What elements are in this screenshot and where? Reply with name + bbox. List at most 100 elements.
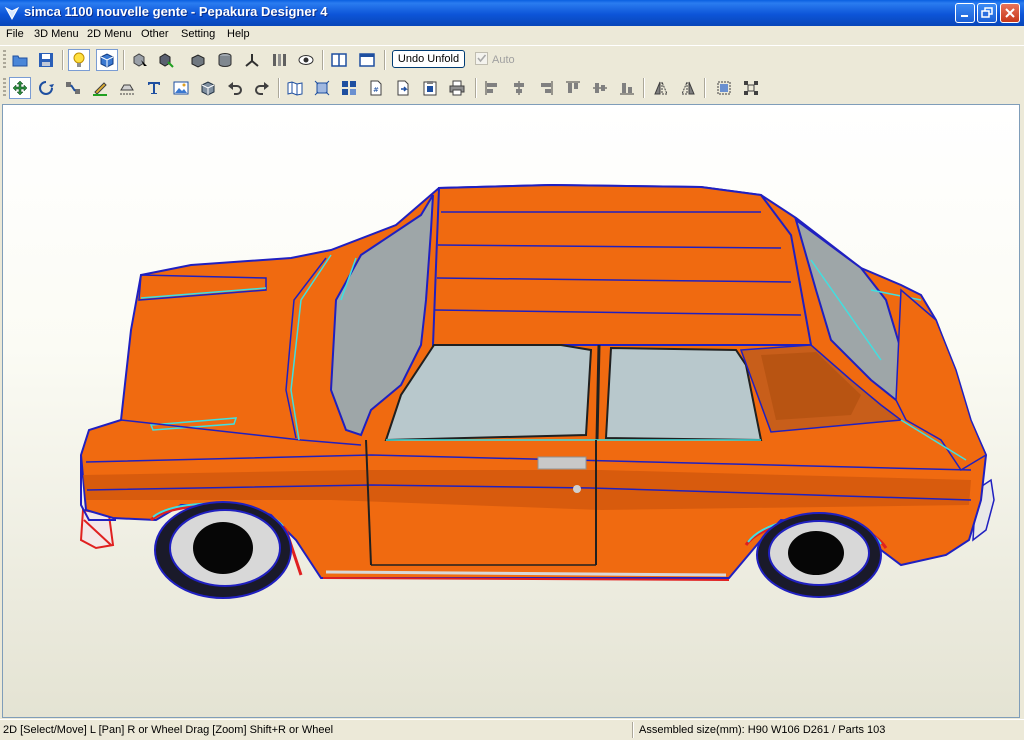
undo-button[interactable] xyxy=(224,77,246,99)
minimize-button[interactable] xyxy=(955,3,975,23)
front-wheel xyxy=(154,501,292,599)
align-top-button[interactable] xyxy=(562,77,584,99)
rotate-3d-button[interactable] xyxy=(155,49,177,71)
axis-button[interactable] xyxy=(241,49,263,71)
image-tool-button[interactable] xyxy=(170,77,192,99)
single-pane-icon xyxy=(359,53,375,67)
texture-button[interactable] xyxy=(96,49,118,71)
align-middle-button[interactable] xyxy=(589,77,611,99)
rear-wheel xyxy=(756,512,882,598)
arrange-parts-button[interactable] xyxy=(311,77,333,99)
box-tool-button[interactable] xyxy=(187,49,209,71)
map-icon xyxy=(287,81,303,96)
add-part-button[interactable] xyxy=(197,77,219,99)
axis-icon xyxy=(245,54,259,67)
layout-grid-icon xyxy=(342,81,356,95)
page-numbers-button[interactable]: # xyxy=(365,77,387,99)
restore-icon xyxy=(981,7,993,18)
close-button[interactable] xyxy=(1000,3,1020,23)
page-arrow-icon xyxy=(397,80,409,96)
toolbar-grip[interactable] xyxy=(3,50,6,70)
pepakura-app-icon xyxy=(4,6,20,21)
menu-3d[interactable]: 3D Menu xyxy=(34,28,79,40)
text-tool-button[interactable] xyxy=(143,77,165,99)
print-button[interactable] xyxy=(446,77,468,99)
unfold-map-button[interactable] xyxy=(284,77,306,99)
select-3d-button[interactable] xyxy=(129,49,151,71)
fold-icon xyxy=(120,84,134,95)
group-button[interactable] xyxy=(713,77,735,99)
menu-setting[interactable]: Setting xyxy=(181,28,215,40)
textured-cube-icon xyxy=(100,53,114,68)
fold-line-button[interactable] xyxy=(116,77,138,99)
save-button[interactable] xyxy=(35,49,57,71)
printer-icon xyxy=(449,80,465,96)
open-button[interactable] xyxy=(9,49,31,71)
toolbar-2d: # xyxy=(0,74,1024,103)
eye-icon xyxy=(298,55,314,65)
join-edges-button[interactable] xyxy=(62,77,84,99)
3d-view[interactable] xyxy=(2,104,1020,718)
export-button[interactable] xyxy=(392,77,414,99)
save-disk-icon xyxy=(39,53,53,67)
layout-grid-button[interactable] xyxy=(338,77,360,99)
split-view-button[interactable] xyxy=(268,49,290,71)
group-icon xyxy=(717,81,731,95)
align-right-icon xyxy=(541,81,553,95)
align-center-icon xyxy=(514,81,524,95)
cube-arrow-icon xyxy=(159,53,174,68)
close-icon xyxy=(1005,8,1015,18)
align-center-h-button[interactable] xyxy=(508,77,530,99)
flip-horizontal-button[interactable] xyxy=(650,77,672,99)
redo-button[interactable] xyxy=(251,77,273,99)
cylinder-icon xyxy=(218,53,232,67)
checkbox-icon xyxy=(475,52,488,65)
rotate-part-button[interactable] xyxy=(35,77,57,99)
assembled-size: Assembled size(mm): H90 W106 D261 / Part… xyxy=(639,724,886,736)
menu-2d[interactable]: 2D Menu xyxy=(87,28,132,40)
bars-icon xyxy=(273,54,286,66)
align-bottom-button[interactable] xyxy=(616,77,638,99)
align-top-icon xyxy=(566,81,580,93)
select-move-button[interactable] xyxy=(9,77,31,99)
toolbar-grip[interactable] xyxy=(3,78,6,98)
align-left-button[interactable] xyxy=(481,77,503,99)
status-bar: 2D [Select/Move] L [Pan] R or Wheel Drag… xyxy=(0,719,1024,740)
flip-right-icon xyxy=(681,81,695,95)
undo-arrow-icon xyxy=(228,82,242,95)
menu-help[interactable]: Help xyxy=(227,28,250,40)
edit-line-button[interactable] xyxy=(89,77,111,99)
text-t-icon xyxy=(148,82,160,94)
image-icon xyxy=(173,81,189,95)
title-bar: simca 1100 nouvelle gente - Pepakura Des… xyxy=(0,0,1024,26)
menu-file[interactable]: File xyxy=(6,28,24,40)
align-right-button[interactable] xyxy=(535,77,557,99)
align-middle-icon xyxy=(593,83,607,93)
two-pane-view-button[interactable] xyxy=(328,49,350,71)
clipboard-icon xyxy=(423,81,437,96)
redo-arrow-icon xyxy=(255,82,269,95)
show-hide-button[interactable] xyxy=(295,49,317,71)
two-pane-icon xyxy=(331,53,347,67)
flip-left-icon xyxy=(654,81,668,95)
menu-other[interactable]: Other xyxy=(141,28,169,40)
car-model xyxy=(79,183,995,599)
flip-vertical-button[interactable] xyxy=(677,77,699,99)
undo-unfold-button[interactable]: Undo Unfold xyxy=(392,50,465,68)
svg-text:#: # xyxy=(373,86,379,94)
restore-button[interactable] xyxy=(977,3,997,23)
box-icon xyxy=(191,54,205,68)
auto-checkbox[interactable]: Auto xyxy=(475,52,515,66)
light-button[interactable] xyxy=(68,49,90,71)
cube-cursor-icon xyxy=(133,53,147,67)
cube-blue-icon xyxy=(201,81,215,96)
minimize-icon xyxy=(961,15,968,17)
single-pane-view-button[interactable] xyxy=(356,49,378,71)
print-settings-button[interactable] xyxy=(419,77,441,99)
pencil-line-icon xyxy=(93,82,107,96)
ungroup-button[interactable] xyxy=(740,77,762,99)
align-left-icon xyxy=(485,81,497,95)
status-hint: 2D [Select/Move] L [Pan] R or Wheel Drag… xyxy=(3,724,334,736)
cylinder-button[interactable] xyxy=(214,49,236,71)
toolbar-3d: Undo Unfold Auto xyxy=(0,45,1024,75)
